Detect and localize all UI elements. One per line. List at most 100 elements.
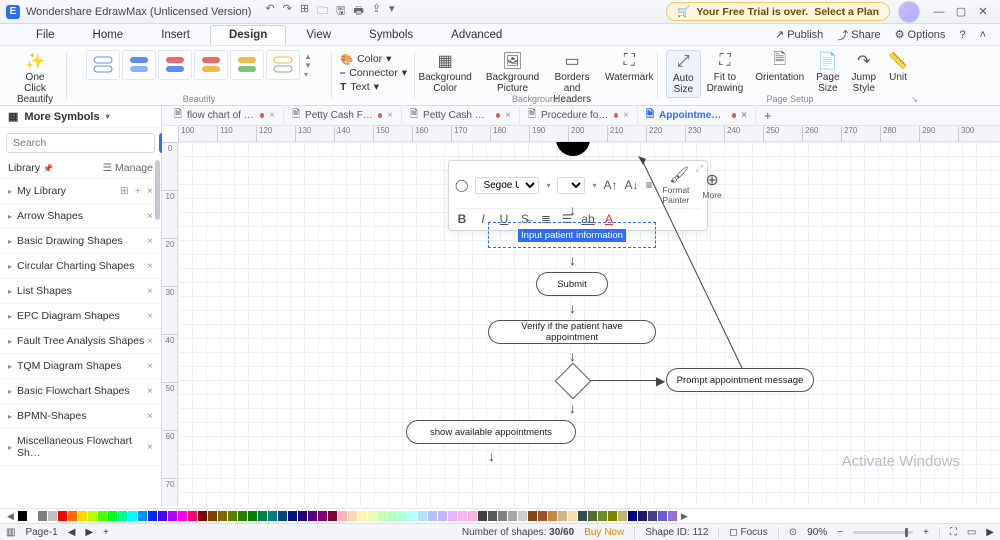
close-icon[interactable]: × xyxy=(147,185,153,197)
sidebar-item[interactable]: ▸BPMN-Shapes× xyxy=(0,404,161,429)
gallery-up-icon[interactable]: ▲ xyxy=(304,52,312,61)
color-swatch[interactable] xyxy=(248,511,257,521)
open-icon[interactable]: 🗀 xyxy=(317,2,328,21)
minimize-button[interactable]: — xyxy=(928,2,950,22)
color-swatch[interactable] xyxy=(268,511,277,521)
color-swatch[interactable] xyxy=(538,511,547,521)
share-button[interactable]: ⤴Share xyxy=(837,27,880,43)
color-swatch[interactable] xyxy=(578,511,587,521)
plus-icon[interactable]: + xyxy=(135,185,141,197)
options-button[interactable]: ⚙Options xyxy=(895,27,946,43)
print-icon[interactable]: 🖶 xyxy=(353,2,363,21)
color-swatch[interactable] xyxy=(358,511,367,521)
document-tab[interactable]: 🗎Procedure for U…× xyxy=(520,105,638,126)
color-swatch[interactable] xyxy=(668,511,677,521)
help-icon[interactable]: ? xyxy=(959,27,965,43)
color-swatch[interactable] xyxy=(98,511,107,521)
auto-size-button[interactable]: ⤢Auto Size xyxy=(666,50,701,98)
orientation-button[interactable]: 🗎Orientation xyxy=(749,50,810,98)
gallery-down-icon[interactable]: ▼ xyxy=(304,61,312,70)
maximize-button[interactable]: ▢ xyxy=(950,2,972,22)
buy-now-link[interactable]: Buy Now xyxy=(584,527,624,538)
user-avatar[interactable] xyxy=(898,1,920,23)
close-icon[interactable]: × xyxy=(147,260,153,272)
color-swatch[interactable] xyxy=(128,511,137,521)
theme-style-1[interactable] xyxy=(86,50,120,80)
color-swatch[interactable] xyxy=(548,511,557,521)
color-swatch[interactable] xyxy=(278,511,287,521)
sidebar-item[interactable]: ▸Basic Drawing Shapes× xyxy=(0,229,161,254)
color-swatch[interactable] xyxy=(528,511,537,521)
sidebar-item[interactable]: ▸Circular Charting Shapes× xyxy=(0,254,161,279)
color-swatch[interactable] xyxy=(488,511,497,521)
zoom-in-icon[interactable]: + xyxy=(923,527,929,538)
arrow-3[interactable]: ↓ xyxy=(569,300,576,316)
color-swatch[interactable] xyxy=(138,511,147,521)
sidebar-item[interactable]: ▸Miscellaneous Flowchart Sh…× xyxy=(0,429,161,466)
page-add-icon[interactable]: + xyxy=(103,527,109,538)
input-patient-shape[interactable]: Input patient information xyxy=(490,224,654,246)
close-button[interactable]: ✕ xyxy=(972,2,994,22)
color-swatch[interactable] xyxy=(298,511,307,521)
theme-style-3[interactable] xyxy=(158,50,192,80)
color-swatch[interactable] xyxy=(238,511,247,521)
font-size-select[interactable]: 9 xyxy=(557,177,585,194)
document-tab[interactable]: 🗎flow chart of pa…× xyxy=(166,105,284,126)
color-swatch[interactable] xyxy=(588,511,597,521)
color-swatch[interactable] xyxy=(608,511,617,521)
sidebar-item[interactable]: ▸My Library⊞+× xyxy=(0,179,161,204)
color-swatch[interactable] xyxy=(218,511,227,521)
tab-close-icon[interactable]: × xyxy=(623,110,629,121)
color-swatch[interactable] xyxy=(288,511,297,521)
tab-close-icon[interactable]: × xyxy=(505,110,511,121)
color-swatch[interactable] xyxy=(398,511,407,521)
arrow-7[interactable]: ↓ xyxy=(488,448,495,464)
qat-more-icon[interactable]: ▾ xyxy=(389,2,395,21)
sidebar-item[interactable]: ▸List Shapes× xyxy=(0,279,161,304)
close-icon[interactable]: × xyxy=(147,310,153,322)
color-swatch[interactable] xyxy=(468,511,477,521)
sidebar-scrollbar[interactable] xyxy=(155,156,161,506)
redo-icon[interactable]: ↷ xyxy=(283,2,292,21)
menu-view[interactable]: View xyxy=(288,26,349,44)
color-swatch[interactable] xyxy=(388,511,397,521)
sidebar-item[interactable]: ▸EPC Diagram Shapes× xyxy=(0,304,161,329)
menu-file[interactable]: File xyxy=(18,26,73,44)
color-swatch[interactable] xyxy=(658,511,667,521)
trial-banner[interactable]: 🛒 Your Free Trial is over. Select a Plan xyxy=(666,2,890,21)
color-swatch[interactable] xyxy=(118,511,127,521)
font-shrink-icon[interactable]: A↓ xyxy=(624,178,638,192)
fit-to-drawing-button[interactable]: ⛶Fit to Drawing xyxy=(701,50,750,98)
submit-shape[interactable]: Submit xyxy=(536,272,608,296)
color-swatch[interactable] xyxy=(228,511,237,521)
document-tab[interactable]: 🗎Petty Cash Proc…× xyxy=(402,105,520,126)
color-swatch[interactable] xyxy=(498,511,507,521)
page-next-icon[interactable]: ▶ xyxy=(85,527,93,538)
close-icon[interactable]: × xyxy=(147,210,153,222)
prompt-shape[interactable]: Prompt appointment message xyxy=(666,368,814,392)
theme-style-gallery[interactable]: ▲ ▼ ▾ xyxy=(86,50,312,80)
color-menu[interactable]: 🎨Color ▾ xyxy=(340,52,391,66)
color-swatch[interactable] xyxy=(68,511,77,521)
export-icon[interactable]: ⇪ xyxy=(372,2,381,21)
focus-toggle[interactable]: ◻ Focus xyxy=(729,527,767,538)
color-swatch[interactable] xyxy=(428,511,437,521)
text-menu[interactable]: T Text ▾ xyxy=(340,80,379,94)
menu-insert[interactable]: Insert xyxy=(143,26,208,44)
sidebar-item[interactable]: ▸Basic Flowchart Shapes× xyxy=(0,379,161,404)
close-icon[interactable]: × xyxy=(147,441,153,453)
arrow-5[interactable]: ↓ xyxy=(569,400,576,416)
save-icon[interactable]: 🖫 xyxy=(336,2,345,21)
manage-library-button[interactable]: ☰Manage xyxy=(103,162,153,174)
color-swatch[interactable] xyxy=(348,511,357,521)
sidebar-item[interactable]: ▸TQM Diagram Shapes× xyxy=(0,354,161,379)
undo-icon[interactable]: ↶ xyxy=(265,2,274,21)
color-swatch[interactable] xyxy=(148,511,157,521)
color-swatch[interactable] xyxy=(188,511,197,521)
color-swatch[interactable] xyxy=(48,511,57,521)
theme-style-4[interactable] xyxy=(194,50,228,80)
color-next-icon[interactable]: ▶ xyxy=(678,511,691,522)
menu-symbols[interactable]: Symbols xyxy=(351,26,431,44)
close-icon[interactable]: × xyxy=(147,335,153,347)
sidebar-search-input[interactable] xyxy=(6,133,155,153)
